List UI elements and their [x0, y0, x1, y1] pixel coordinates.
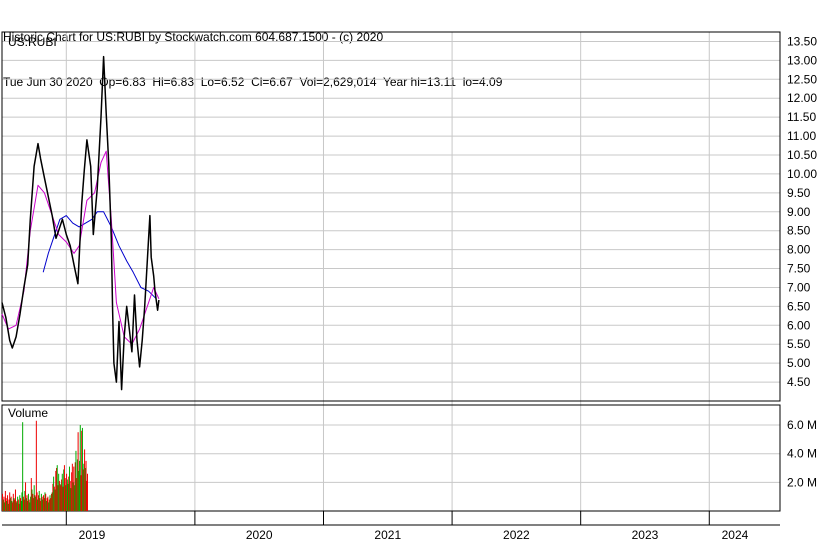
chart-frame	[1, 31, 781, 526]
year-tick-label: 2022	[503, 528, 530, 542]
year-tick-label: 2021	[374, 528, 401, 542]
grid-layer	[2, 32, 780, 511]
year-tick-label: 2023	[632, 528, 659, 542]
price-tick-label: 12.00	[787, 91, 817, 105]
volume-tick-label: 2.0 M	[787, 475, 817, 489]
price-tick-label: 11.00	[787, 129, 816, 143]
price-tick-label: 13.00	[787, 53, 817, 67]
price-tick-label: 11.50	[787, 110, 816, 124]
ticker-label: US:RUBI	[8, 35, 57, 49]
price-line	[1, 55, 160, 391]
price-tick-label: 5.00	[787, 356, 811, 370]
year-tick-label: 2024	[722, 528, 749, 542]
volume-tick-label: 4.0 M	[787, 447, 817, 461]
price-tick-label: 6.00	[787, 318, 811, 332]
price-tick-label: 9.00	[787, 205, 811, 219]
price-tick-label: 7.00	[787, 280, 811, 294]
price-tick-label: 13.50	[787, 34, 817, 48]
volume-panel-label: Volume	[8, 406, 48, 420]
year-tick-label: 2020	[246, 528, 273, 542]
volume-panel-border	[1, 404, 781, 512]
volume-tick-label: 6.0 M	[787, 418, 817, 432]
axis-labels: 4.50 5.00 5.50 6.00 6.50 7.00 7.50 8.00 8.50 9.00…	[79, 34, 818, 542]
volume-bar	[86, 473, 88, 511]
price-tick-label: 6.50	[787, 299, 811, 313]
price-tick-label: 4.50	[787, 375, 811, 389]
year-tick-label: 2019	[79, 528, 106, 542]
price-tick-label: 9.50	[787, 186, 811, 200]
volume-bars	[2, 420, 88, 511]
price-lines	[1, 55, 160, 391]
price-tick-label: 10.00	[787, 167, 817, 181]
price-tick-label: 8.50	[787, 224, 811, 238]
price-tick-label: 8.00	[787, 243, 811, 257]
price-tick-label: 12.50	[787, 72, 817, 86]
price-tick-label: 10.50	[787, 148, 817, 162]
price-tick-label: 5.50	[787, 337, 811, 351]
price-tick-label: 7.50	[787, 262, 811, 276]
stock-chart: 4.50 5.00 5.50 6.00 6.50 7.00 7.50 8.00 8.50 9.00…	[1, 31, 818, 542]
